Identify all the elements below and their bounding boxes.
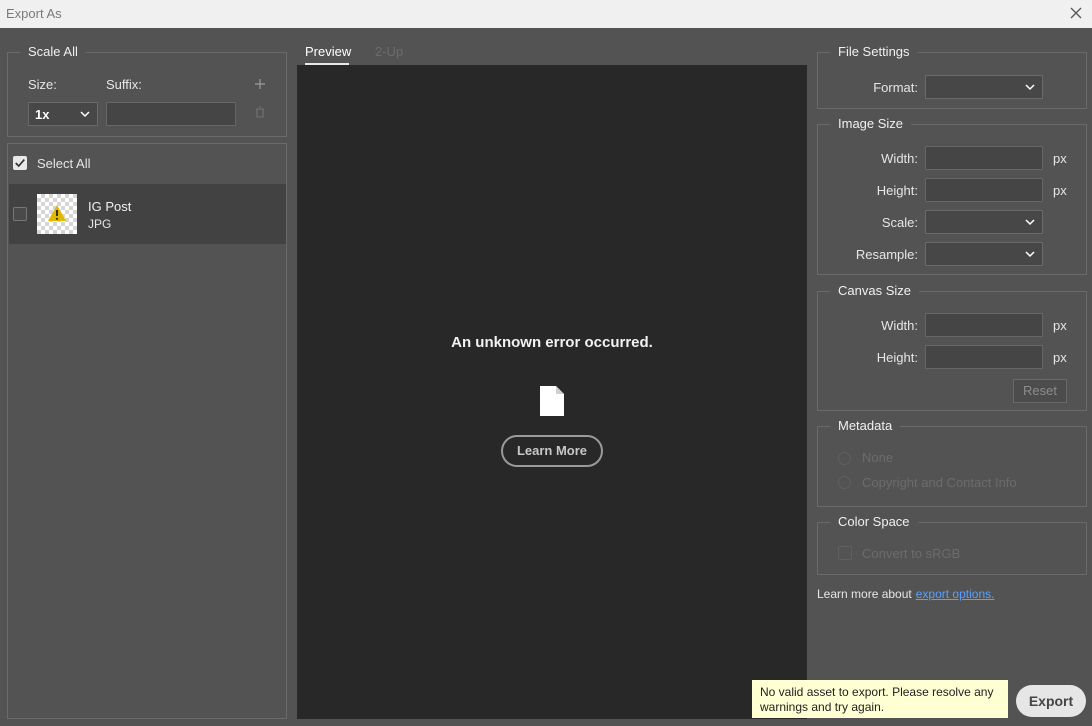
scale-select[interactable] [925, 210, 1043, 234]
canvas-size-legend: Canvas Size [830, 283, 919, 298]
learn-more-text: Learn more about export options. [817, 587, 994, 601]
resample-label: Resample: [855, 247, 918, 262]
size-select[interactable]: 1x [28, 102, 98, 126]
canvas-size-group: Canvas Size Width: px Height: px Reset [817, 283, 1087, 411]
image-height-input[interactable] [925, 178, 1043, 202]
chevron-down-icon [1025, 251, 1035, 258]
image-height-label: Height: [876, 183, 918, 198]
learn-more-button[interactable]: Learn More [501, 435, 603, 467]
reset-button[interactable]: Reset [1013, 379, 1067, 403]
metadata-none-radio[interactable] [838, 452, 851, 465]
suffix-input[interactable] [106, 102, 236, 126]
canvas-height-label: Height: [876, 350, 918, 365]
file-settings-group: File Settings Format: [817, 44, 1087, 109]
asset-name: IG Post [88, 199, 132, 214]
file-settings-legend: File Settings [830, 44, 918, 59]
export-options-link[interactable]: export options. [916, 587, 995, 601]
asset-row[interactable]: IG Post JPG [9, 184, 286, 244]
image-height-unit: px [1053, 183, 1067, 198]
canvas-height-input[interactable] [925, 345, 1043, 369]
tab-preview[interactable]: Preview [305, 44, 351, 59]
select-all-label: Select All [37, 156, 91, 171]
warning-icon [48, 205, 66, 221]
error-message: An unknown error occurred. [451, 334, 653, 351]
format-label: Format: [873, 80, 918, 95]
canvas-width-label: Width: [881, 318, 918, 333]
asset-checkbox[interactable] [13, 207, 27, 221]
metadata-copyright-radio[interactable] [838, 476, 851, 489]
document-icon [540, 386, 564, 416]
plus-icon[interactable] [254, 78, 266, 90]
warning-tooltip: No valid asset to export. Please resolve… [752, 680, 1008, 718]
window-title: Export As [6, 6, 62, 21]
size-value: 1x [35, 107, 50, 122]
canvas-height-unit: px [1053, 350, 1067, 365]
select-all-checkbox[interactable] [13, 156, 27, 170]
tab-2-up[interactable]: 2-Up [375, 44, 403, 59]
image-width-label: Width: [881, 151, 918, 166]
format-select[interactable] [925, 75, 1043, 99]
trash-icon[interactable] [255, 106, 265, 118]
asset-thumbnail [37, 194, 77, 234]
convert-srgb-label: Convert to sRGB [862, 546, 961, 561]
suffix-label: Suffix: [106, 77, 142, 92]
preview-pane: An unknown error occurred. Learn More [297, 65, 807, 719]
scale-label: Scale: [881, 215, 918, 230]
scale-all-group: Scale All Size: Suffix: 1x [7, 44, 287, 137]
image-width-input[interactable] [925, 146, 1043, 170]
chevron-down-icon [1025, 219, 1035, 226]
title-bar: Export As [0, 0, 1092, 28]
resample-select[interactable] [925, 242, 1043, 266]
size-label: Size: [28, 77, 57, 92]
asset-list: Select All IG Post JPG [7, 143, 287, 719]
canvas-width-input[interactable] [925, 313, 1043, 337]
image-width-unit: px [1053, 151, 1067, 166]
metadata-none-label: None [862, 450, 894, 465]
image-size-group: Image Size Width: px Height: px Scale: R… [817, 116, 1087, 275]
metadata-copyright-label: Copyright and Contact Info [862, 475, 1017, 490]
export-button[interactable]: Export [1016, 685, 1086, 717]
learn-more-prefix: Learn more about [817, 587, 912, 601]
canvas-width-unit: px [1053, 318, 1067, 333]
asset-format: JPG [88, 217, 112, 231]
check-icon [15, 159, 25, 168]
color-space-group: Color Space Convert to sRGB [817, 514, 1087, 575]
close-icon[interactable] [1066, 3, 1086, 23]
metadata-legend: Metadata [830, 418, 901, 433]
chevron-down-icon [1025, 84, 1035, 91]
color-space-legend: Color Space [830, 514, 918, 529]
scale-all-legend: Scale All [20, 44, 86, 59]
convert-srgb-checkbox[interactable] [838, 546, 852, 560]
chevron-down-icon [80, 111, 90, 118]
image-size-legend: Image Size [830, 116, 912, 131]
metadata-group: Metadata None Copyright and Contact Info [817, 418, 1087, 507]
